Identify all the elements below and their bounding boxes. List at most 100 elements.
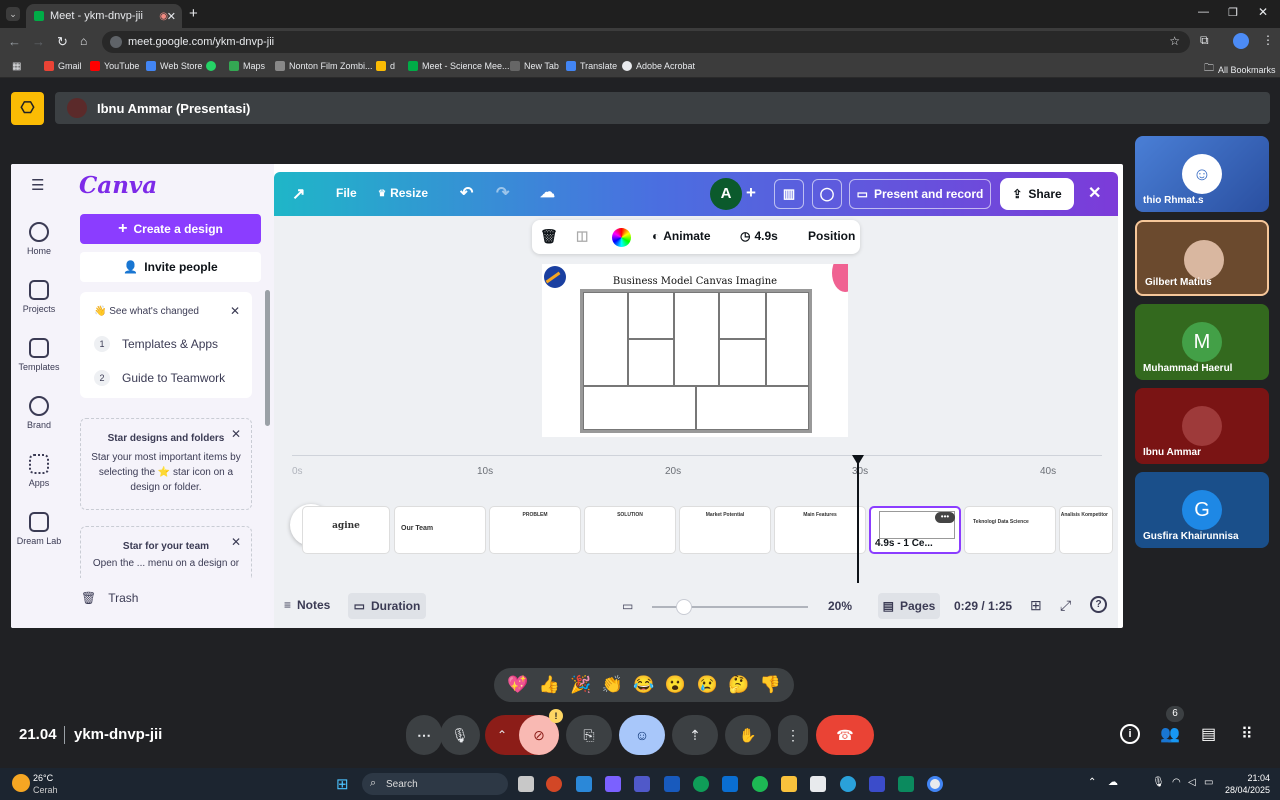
store-icon[interactable]	[722, 776, 738, 792]
duration-button[interactable]: ◷ 4.9s	[740, 229, 778, 243]
more-options-icon[interactable]: •••	[935, 512, 955, 523]
list-item-teamwork[interactable]: 2 Guide to Teamwork	[94, 370, 225, 386]
people-icon[interactable]: 👥	[1160, 724, 1180, 744]
volume-icon[interactable]: ◁	[1188, 777, 1196, 788]
bookmark-acrobat[interactable]: Adobe Acrobat	[622, 61, 695, 71]
list-item-templates[interactable]: 1 Templates & Apps	[94, 336, 218, 352]
edge-icon[interactable]	[693, 776, 709, 792]
clock-time[interactable]: 21:04	[1230, 773, 1270, 783]
nav-apps[interactable]: Apps	[13, 454, 65, 488]
zoom-slider-handle[interactable]	[676, 599, 692, 615]
site-info-icon[interactable]	[110, 36, 122, 48]
playhead-handle[interactable]	[852, 455, 864, 465]
nav-dream-lab[interactable]: Dream Lab	[13, 512, 65, 546]
chevron-up-icon[interactable]: ⌃	[497, 728, 507, 742]
bookmark-whatsapp[interactable]	[206, 61, 216, 71]
page-thumb[interactable]: SOLUTION	[584, 506, 676, 554]
fit-view-icon[interactable]: ▭	[622, 599, 633, 613]
leave-call-icon[interactable]: ☎	[816, 715, 874, 755]
page-thumb[interactable]: Market Potential	[679, 506, 771, 554]
file-menu[interactable]: File	[336, 186, 357, 200]
redo-icon[interactable]: ↷	[496, 183, 509, 203]
ms-store-icon[interactable]	[810, 776, 826, 792]
reaction-clap[interactable]: 👏	[602, 675, 623, 695]
participant-tile[interactable]: Ibnu Ammar	[1135, 388, 1269, 464]
teams-icon[interactable]	[634, 776, 650, 792]
insights-icon[interactable]: ▥	[774, 179, 804, 209]
undo-icon[interactable]: ↶	[460, 183, 473, 203]
file-explorer-icon[interactable]	[781, 776, 797, 792]
activities-icon[interactable]: ⠿	[1241, 724, 1253, 744]
participant-tile-active[interactable]: Gilbert Matius	[1135, 220, 1269, 296]
bookmark-nonton[interactable]: Nonton Film Zombi...	[275, 61, 373, 71]
page-thumb[interactable]: Analisis Kompetitor	[1059, 506, 1113, 554]
profile-avatar[interactable]	[1233, 33, 1249, 49]
slide-canvas[interactable]: Business Model Canvas Imagine	[542, 264, 848, 437]
duration-toggle[interactable]: ▭ Duration	[348, 593, 426, 619]
onedrive-icon[interactable]: ☁	[1108, 777, 1118, 788]
close-star-card-icon[interactable]: ✕	[231, 427, 241, 441]
reaction-surprised[interactable]: 😮	[665, 675, 686, 695]
invite-people-button[interactable]: 👤 Invite people	[80, 252, 261, 282]
color-wheel-icon[interactable]	[612, 228, 631, 247]
url-field[interactable]: meet.google.com/ykm-dnvp-jii ☆	[102, 31, 1190, 53]
close-window-icon[interactable]: ✕	[1258, 5, 1268, 19]
tab-meet[interactable]: Meet - ykm-dnvp-jii ◉ ✕	[26, 4, 182, 28]
close-tab-icon[interactable]: ✕	[167, 10, 176, 23]
reaction-laugh[interactable]: 😂	[633, 675, 654, 695]
bookmark-star-icon[interactable]: ☆	[1169, 34, 1180, 48]
forward-icon[interactable]: →	[32, 34, 45, 49]
close-card-icon[interactable]: ✕	[230, 304, 240, 318]
whatsapp-app-icon[interactable]	[576, 776, 592, 792]
reaction-thumbs-down[interactable]: 👎	[760, 675, 781, 695]
share-button[interactable]: ⇪ Share	[1000, 178, 1074, 210]
search-box[interactable]: ⌕ Search	[362, 773, 508, 795]
notes-button[interactable]: ≡ Notes	[284, 598, 330, 612]
new-tab-icon[interactable]: +	[189, 5, 198, 22]
bookmark-youtube[interactable]: YouTube	[90, 61, 139, 71]
participant-tile[interactable]: G Gusfira Khairunnisa	[1135, 472, 1269, 548]
presentation-icon[interactable]: ⎔	[11, 92, 44, 125]
comment-icon[interactable]: ◯	[812, 179, 842, 209]
present-screen-icon[interactable]: ⇡	[672, 715, 718, 755]
participant-tile[interactable]: ☺ thio Rhmat.s	[1135, 136, 1269, 212]
apps-grid-icon[interactable]: ▦	[12, 61, 21, 72]
nav-projects[interactable]: Projects	[13, 280, 65, 314]
present-record-button[interactable]: ▭ Present and record	[849, 179, 991, 209]
extensions-icon[interactable]: ⧉	[1200, 33, 1209, 48]
spotify-icon[interactable]	[752, 776, 768, 792]
participant-tile[interactable]: M Muhammad Haerul	[1135, 304, 1269, 380]
grid-view-icon[interactable]: ⊞	[1030, 597, 1042, 614]
telegram-icon[interactable]	[840, 776, 856, 792]
meeting-info-icon[interactable]: i	[1120, 724, 1140, 744]
bookmark-meet[interactable]: Meet - Science Mee...	[408, 61, 510, 71]
captions-icon[interactable]: ⎘	[566, 715, 612, 755]
canva-logo[interactable]: Canva	[79, 172, 157, 199]
user-avatar[interactable]: A	[710, 178, 742, 210]
nav-brand[interactable]: Brand	[13, 396, 65, 430]
bookmark-newtab[interactable]: New Tab	[510, 61, 559, 71]
emoji-reactions-icon[interactable]: ☺	[619, 715, 665, 755]
page-thumb-selected[interactable]: 4.9s - 1 Ce... •••	[869, 506, 961, 554]
wifi-icon[interactable]: ◠	[1172, 777, 1181, 788]
reaction-thumbs-up[interactable]: 👍	[539, 675, 560, 695]
powerpoint-icon[interactable]	[546, 776, 562, 792]
battery-icon[interactable]: ▭	[1204, 777, 1213, 788]
chat-icon[interactable]: ▤	[1201, 724, 1216, 744]
close-team-card-icon[interactable]: ✕	[231, 535, 241, 549]
page-thumb[interactable]: Teknologi Data Science	[964, 506, 1056, 554]
vscode-icon[interactable]	[869, 776, 885, 792]
clock-date[interactable]: 28/04/2025	[1220, 785, 1270, 795]
open-external-icon[interactable]: ↗	[292, 184, 305, 204]
reload-icon[interactable]: ↻	[57, 34, 68, 50]
microphone-icon[interactable]: 🎙	[440, 715, 480, 755]
nav-templates[interactable]: Templates	[13, 338, 65, 372]
sidebar-scrollbar[interactable]	[265, 290, 270, 426]
page-thumb[interactable]: PROBLEM	[489, 506, 581, 554]
copilot-icon[interactable]	[605, 776, 621, 792]
tray-chevron-icon[interactable]: ⌃	[1088, 777, 1096, 788]
bookmark-webstore[interactable]: Web Store	[146, 61, 202, 71]
all-bookmarks[interactable]: 🗀 All Bookmarks	[1204, 61, 1276, 78]
wps-icon[interactable]	[898, 776, 914, 792]
fullscreen-icon[interactable]: ⤢	[1060, 597, 1071, 614]
